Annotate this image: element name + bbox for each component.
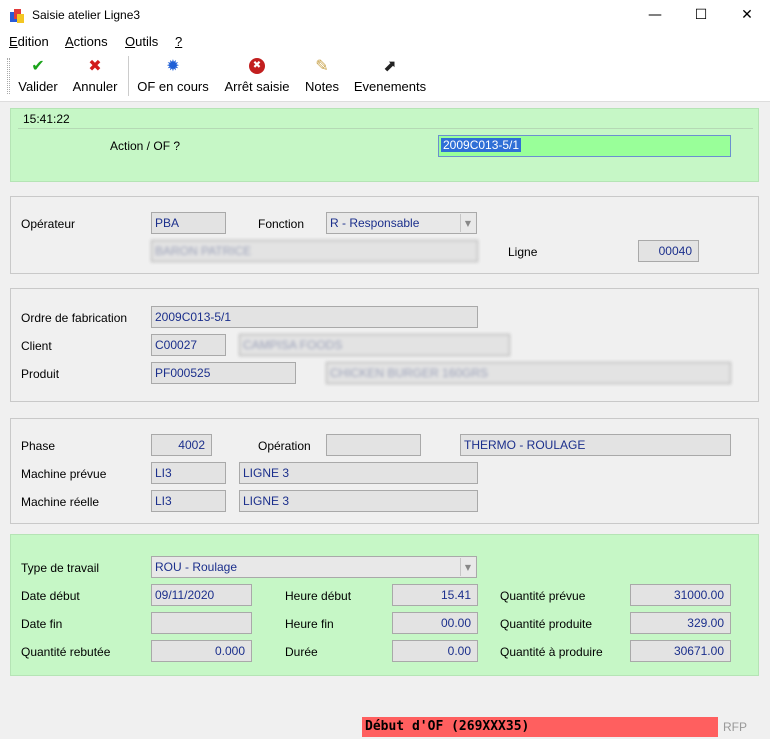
status-message: Début d'OF (269XXX35) (362, 717, 718, 737)
date-debut-label: Date début (21, 589, 80, 603)
operateur-code-field[interactable]: PBA (151, 212, 226, 234)
operateur-label: Opérateur (21, 217, 76, 231)
of-en-cours-button[interactable]: ✹ OF en cours (135, 56, 211, 98)
machine-prevue-name-field: LIGNE 3 (239, 462, 478, 484)
gear-icon: ✹ (166, 56, 180, 75)
date-fin-field[interactable] (151, 612, 252, 634)
qte-rebutee-field[interactable]: 0.000 (151, 640, 252, 662)
operateur-panel (10, 196, 759, 274)
machine-prevue-code-field: LI3 (151, 462, 226, 484)
operation-label: Opération (258, 439, 311, 453)
qte-prevue-field: 31000.00 (630, 584, 731, 606)
ligne-label: Ligne (508, 245, 538, 259)
window-title: Saisie atelier Ligne3 (32, 8, 141, 22)
heure-fin-label: Heure fin (285, 617, 334, 631)
type-travail-label: Type de travail (21, 561, 100, 575)
status-rfp: RFP (723, 720, 747, 734)
qte-produite-field: 329.00 (630, 612, 731, 634)
operation-code-field (326, 434, 421, 456)
of-label: Ordre de fabrication (21, 311, 128, 325)
qte-produite-label: Quantité produite (500, 617, 593, 631)
duree-label: Durée (285, 645, 318, 659)
type-travail-select[interactable]: ROU - Roulage ▼ (151, 556, 477, 578)
action-input[interactable]: 2009C013-5/1 (438, 135, 731, 157)
menu-help[interactable]: ? (175, 34, 182, 49)
evenements-button[interactable]: ⬈ Evenements (350, 56, 430, 98)
fonction-select[interactable]: R - Responsable ▼ (326, 212, 477, 234)
of-field: 2009C013-5/1 (151, 306, 478, 328)
minimize-button[interactable]: — (632, 0, 678, 30)
client-label: Client (21, 339, 52, 353)
fonction-label: Fonction (258, 217, 305, 231)
machine-reelle-name-field: LIGNE 3 (239, 490, 478, 512)
heure-debut-field[interactable]: 15.41 (392, 584, 478, 606)
duree-field: 0.00 (392, 640, 478, 662)
clock-time: 15:41:22 (23, 112, 70, 126)
qte-a-produire-label: Quantité à produire (500, 645, 603, 659)
phase-label: Phase (21, 439, 56, 453)
operation-name-field: THERMO - ROULAGE (460, 434, 731, 456)
menu-bar (0, 30, 770, 52)
check-icon: ✔ (31, 56, 45, 75)
machine-reelle-code-field: LI3 (151, 490, 226, 512)
annuler-button[interactable]: ✖ Annuler (68, 56, 122, 98)
notes-icon: ✎ (315, 56, 329, 75)
produit-code-field: PF000525 (151, 362, 296, 384)
qte-prevue-label: Quantité prévue (500, 589, 586, 603)
close-button[interactable]: ✕ (724, 0, 770, 30)
notes-button[interactable]: ✎ Notes (302, 56, 342, 98)
produit-name-field: CHICKEN BURGER 160GRS (326, 362, 731, 384)
date-debut-field[interactable]: 09/11/2020 (151, 584, 252, 606)
stop-icon: ✖ (249, 56, 265, 76)
external-link-icon: ⬈ (383, 56, 397, 75)
machine-reelle-label: Machine réelle (21, 495, 100, 509)
phase-field: 4002 (151, 434, 212, 456)
operateur-name-field: BARON PATRICE (151, 240, 478, 262)
app-icon (10, 9, 24, 23)
client-name-field: CAMPISA FOODS (239, 334, 510, 356)
chevron-down-icon[interactable]: ▼ (460, 214, 475, 232)
machine-prevue-label: Machine prévue (21, 467, 107, 481)
heure-debut-label: Heure début (285, 589, 352, 603)
menu-actions[interactable]: Actions (65, 34, 108, 49)
menu-outils[interactable]: Outils (125, 34, 158, 49)
maximize-button[interactable]: ☐ (678, 0, 724, 30)
produit-label: Produit (21, 367, 60, 381)
heure-fin-field[interactable]: 00.00 (392, 612, 478, 634)
cross-icon: ✖ (88, 56, 102, 75)
arret-saisie-button[interactable]: ✖ Arrêt saisie (220, 56, 294, 98)
qte-rebutee-label: Quantité rebutée (21, 645, 111, 659)
divider (18, 128, 753, 129)
date-fin-label: Date fin (21, 617, 63, 631)
qte-a-produire-field: 30671.00 (630, 640, 731, 662)
toolbar-separator (128, 56, 129, 96)
toolbar-grip (7, 58, 10, 94)
valider-button[interactable]: ✔ Valider (14, 56, 62, 98)
ligne-field: 00040 (638, 240, 699, 262)
action-label: Action / OF ? (110, 139, 181, 153)
chevron-down-icon[interactable]: ▼ (460, 558, 475, 576)
menu-edition[interactable]: Edition (9, 34, 49, 49)
client-code-field: C00027 (151, 334, 226, 356)
